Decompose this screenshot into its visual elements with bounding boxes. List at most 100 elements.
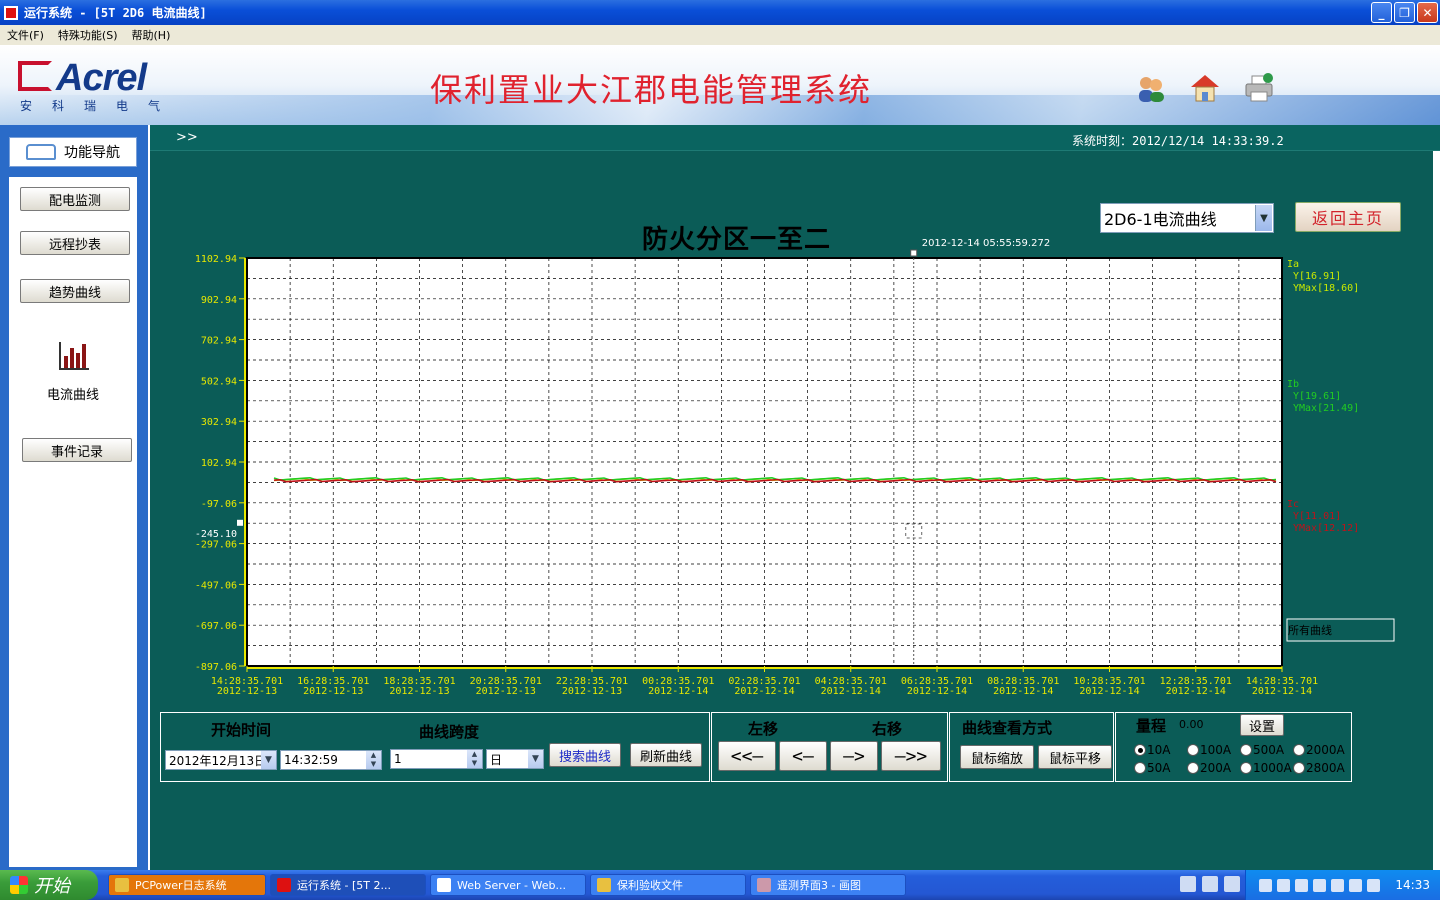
span-label: 曲线跨度 [419,723,480,741]
view-mode-panel: 曲线查看方式 鼠标缩放 鼠标平移 [949,712,1114,782]
legend-name-ic: Ic [1287,499,1299,510]
y-tick-label: -497.06 [195,580,237,591]
help-icon[interactable] [1202,876,1218,892]
mouse-zoom-button[interactable]: 鼠标缩放 [960,745,1034,769]
main-panel: >> 系统时刻：2012/12/14 14:33:39.2 2D6-1电流曲线 … [148,125,1440,870]
range-radio-1000a[interactable]: 1000A [1240,761,1292,775]
nav-header: 功能导航 [9,137,137,167]
x-tick-date: 2012-12-13 [389,686,449,697]
tray-icon[interactable] [1349,878,1363,892]
app-icon [277,878,291,892]
header-banner: Acrel 安科瑞电气 保利置业大江郡电能管理系统 [0,45,1440,125]
x-tick-date: 2012-12-13 [217,686,277,697]
taskbar-item-runtime[interactable]: 运行系统 - [5T 2... [270,874,426,896]
start-button[interactable]: 开始 [0,870,98,900]
nav-power-monitor-button[interactable]: 配电监测 [20,187,130,211]
left-button[interactable]: <— [779,741,827,771]
tray-icon[interactable] [1277,878,1291,892]
range-radio-2000a[interactable]: 2000A [1293,743,1345,757]
left-nav: 功能导航 配电监测 远程抄表 趋势曲线 电流曲线 事件记录 [0,125,148,870]
range-radio-500a[interactable]: 500A [1240,743,1284,757]
printer-icon[interactable] [1243,72,1275,104]
range-radio-100a[interactable]: 100A [1187,743,1231,757]
legend-y-ia: Y[16.91] [1293,271,1341,282]
y-tick-label: -697.06 [195,621,237,632]
cursor-handle [910,249,918,257]
x-tick-date: 2012-12-14 [993,686,1053,697]
view-mode-label: 曲线查看方式 [962,719,1053,737]
time-field[interactable]: 14:32:59 ▲ ▼ [280,750,382,770]
book-icon [26,144,56,160]
close-button[interactable]: ✕ [1417,2,1438,23]
menu-file[interactable]: 文件(F) [0,27,51,43]
app-icon [437,878,451,892]
app-icon [4,5,18,20]
minimize-button[interactable]: _ [1371,2,1392,23]
legend-ymax-ia: YMax[18.60] [1293,283,1359,294]
refresh-curve-button[interactable]: 刷新曲线 [630,743,702,767]
taskbar-item-paint[interactable]: 遥测界面3 - 画图 [750,874,906,896]
all-curves-label: 所有曲线 [1288,623,1332,637]
curve-select[interactable]: 2D6-1电流曲线 ▼ [1100,203,1274,233]
keyboard-icon[interactable] [1180,876,1196,892]
users-icon[interactable] [1135,72,1167,104]
x-tick-date: 2012-12-14 [1252,686,1312,697]
tray-icon[interactable] [1331,878,1345,892]
x-tick-date: 2012-12-14 [821,686,881,697]
nav-current-curve-label[interactable]: 电流曲线 [9,384,137,403]
mouse-pan-button[interactable]: 鼠标平移 [1038,745,1112,769]
span-value-field[interactable]: 1 ▲ ▼ [390,749,483,769]
start-time-label: 开始时间 [211,721,272,739]
time-spinner[interactable]: ▲ ▼ [366,751,381,769]
tray-icon[interactable] [1224,876,1240,892]
query-panel: 开始时间 曲线跨度 2012年12月13日 ▼ 14:32:59 ▲ ▼ 1 ▲ ▼… [160,712,710,782]
expand-arrow[interactable]: >> [176,130,198,145]
nav-remote-reading-button[interactable]: 远程抄表 [20,231,130,255]
chevron-down-icon[interactable]: ▼ [1255,205,1272,231]
nav-event-log-button[interactable]: 事件记录 [22,438,132,462]
far-right-button[interactable]: —>> [881,741,941,771]
tray-icon[interactable] [1259,878,1273,892]
taskbar-item-webserver[interactable]: Web Server - Web... [430,874,586,896]
range-radio-200a[interactable]: 200A [1187,761,1231,775]
status-strip: >> 系统时刻：2012/12/14 14:33:39.2 [150,125,1440,151]
menu-help[interactable]: 帮助(H) [125,27,178,43]
range-radio-2800a[interactable]: 2800A [1293,761,1345,775]
x-tick-date: 2012-12-14 [734,686,794,697]
current-curve-icon[interactable] [59,342,89,370]
current-chart[interactable]: 1102.94 902.94 702.94 502.94 302.94 102.94 -97… [150,235,1440,705]
span-spinner[interactable]: ▲ ▼ [467,750,482,768]
taskbar-item-pcpower[interactable]: PCPower日志系统 [108,874,266,896]
chevron-down-icon[interactable]: ▼ [528,750,543,768]
range-set-button[interactable]: 设置 [1240,714,1284,736]
system-title: 保利置业大江郡电能管理系统 [430,71,873,109]
tray-icon[interactable] [1313,878,1327,892]
legend-ymax-ic: YMax[12.12] [1293,523,1359,534]
app-icon [115,878,129,892]
restore-button[interactable]: ❐ [1394,2,1415,23]
move-left-label: 左移 [748,720,779,738]
far-left-button[interactable]: <<— [718,741,776,771]
menu-bar: 文件(F) 特殊功能(S) 帮助(H) [0,25,1440,45]
move-right-label: 右移 [872,720,903,738]
y-tick-label: -897.06 [195,662,237,673]
right-button[interactable]: —> [830,741,878,771]
x-tick-date: 2012-12-13 [476,686,536,697]
shield-icon[interactable] [1367,878,1381,892]
y-tick-label: -97.06 [201,499,237,510]
nav-trend-curve-button[interactable]: 趋势曲线 [20,279,130,303]
search-curve-button[interactable]: 搜索曲线 [549,743,621,767]
home-icon[interactable] [1189,72,1221,104]
chevron-down-icon[interactable]: ▼ [261,751,276,769]
tray-icon[interactable] [1295,878,1309,892]
date-picker[interactable]: 2012年12月13日 ▼ [165,750,277,770]
menu-special[interactable]: 特殊功能(S) [51,27,125,43]
span-unit-select[interactable]: 日 ▼ [486,749,544,769]
y-tick-label: 102.94 [201,458,237,469]
legend-name-ia: Ia [1287,259,1299,270]
range-radio-50a[interactable]: 50A [1134,761,1170,775]
return-home-button[interactable]: 返回主页 [1295,202,1401,232]
range-radio-10a[interactable]: 10A [1134,743,1170,757]
y-tick-label: 502.94 [201,376,237,387]
taskbar-item-folder[interactable]: 保利验收文件 [590,874,746,896]
